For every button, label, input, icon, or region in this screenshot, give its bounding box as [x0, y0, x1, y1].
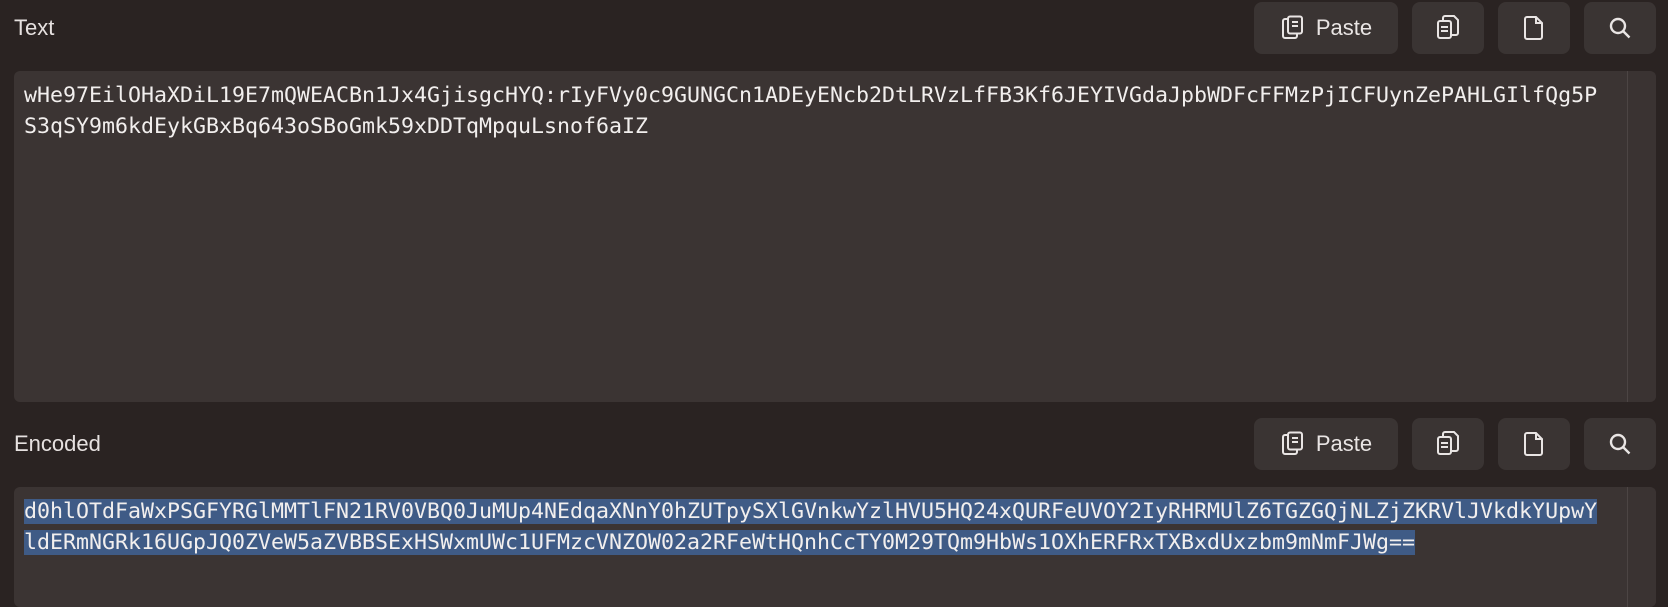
document-icon: [1524, 432, 1544, 456]
text-input-content: wHe97EilOHaXDiL19E7mQWEACBn1Jx4GjisgcHYQ…: [24, 83, 1598, 139]
encoded-section-label: Encoded: [14, 431, 101, 456]
encoded-output-content: d0hlOTdFaWxPSGFYRGlMMTlFN21RV0VBQ0JuMUp4…: [24, 499, 1598, 555]
text-open-file-button[interactable]: [1498, 2, 1570, 54]
text-paste-button[interactable]: Paste: [1254, 2, 1398, 54]
encoded-copy-button[interactable]: [1412, 418, 1484, 470]
clipboard-paste-icon: [1280, 15, 1304, 41]
copy-icon: [1436, 15, 1460, 41]
encoded-search-button[interactable]: [1584, 418, 1656, 470]
encoded-paste-label: Paste: [1315, 431, 1373, 456]
search-icon: [1609, 433, 1631, 455]
clipboard-paste-icon: [1280, 431, 1304, 457]
text-input-scrollbar[interactable]: [1627, 71, 1656, 402]
encoded-toolbar: Paste: [1254, 418, 1656, 470]
search-icon: [1609, 17, 1631, 39]
text-paste-label: Paste: [1315, 15, 1373, 40]
encoded-output-area[interactable]: d0hlOTdFaWxPSGFYRGlMMTlFN21RV0VBQ0JuMUp4…: [14, 487, 1656, 607]
encoded-open-file-button[interactable]: [1498, 418, 1570, 470]
text-toolbar: Paste: [1254, 2, 1656, 54]
encoded-output-scrollbar[interactable]: [1627, 487, 1656, 607]
text-search-button[interactable]: [1584, 2, 1656, 54]
encoded-paste-button[interactable]: Paste: [1254, 418, 1398, 470]
text-input-area[interactable]: wHe97EilOHaXDiL19E7mQWEACBn1Jx4GjisgcHYQ…: [14, 71, 1656, 402]
text-copy-button[interactable]: [1412, 2, 1484, 54]
document-icon: [1524, 16, 1544, 40]
text-section-label: Text: [14, 15, 55, 40]
copy-icon: [1436, 431, 1460, 457]
